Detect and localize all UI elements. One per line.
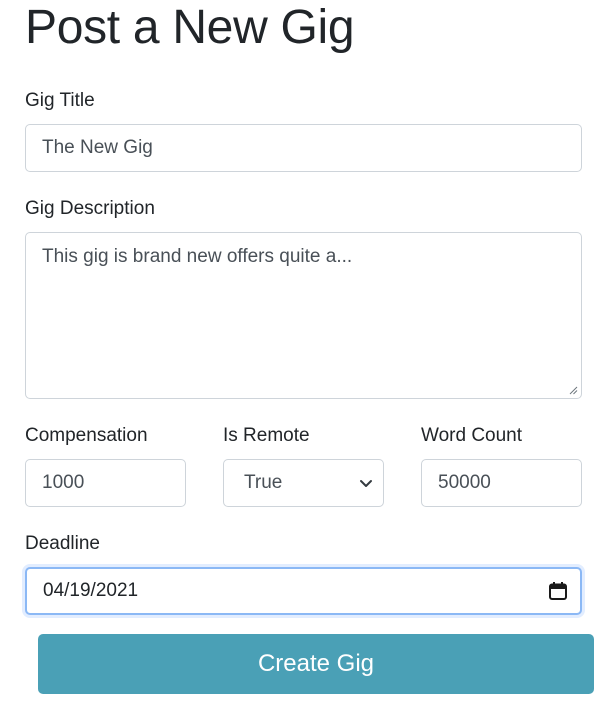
chevron-down-icon — [359, 476, 373, 490]
is-remote-label: Is Remote — [223, 425, 310, 446]
page-title: Post a New Gig — [25, 1, 355, 54]
gig-title-value: The New Gig — [42, 137, 153, 158]
is-remote-value: True — [244, 472, 283, 493]
resize-grip-icon[interactable] — [568, 385, 578, 395]
is-remote-select[interactable]: True — [223, 459, 384, 507]
compensation-value: 1000 — [42, 472, 85, 493]
word-count-value: 50000 — [438, 472, 491, 493]
deadline-label: Deadline — [25, 533, 100, 554]
deadline-value: 04/19/2021 — [43, 580, 139, 601]
word-count-label: Word Count — [421, 425, 523, 446]
gig-title-input[interactable]: The New Gig — [25, 124, 582, 172]
gig-description-label: Gig Description — [25, 198, 155, 219]
gig-description-textarea[interactable]: This gig is brand new offers quite a... — [25, 232, 582, 399]
gig-title-label: Gig Title — [25, 90, 95, 111]
compensation-input[interactable]: 1000 — [25, 459, 186, 507]
gig-description-value: This gig is brand new offers quite a... — [42, 246, 353, 267]
create-gig-button[interactable]: Create Gig — [38, 634, 594, 694]
word-count-input[interactable]: 50000 — [421, 459, 582, 507]
calendar-icon[interactable] — [547, 580, 569, 602]
compensation-label: Compensation — [25, 425, 148, 446]
deadline-date-input[interactable]: 04/19/2021 — [25, 567, 582, 615]
